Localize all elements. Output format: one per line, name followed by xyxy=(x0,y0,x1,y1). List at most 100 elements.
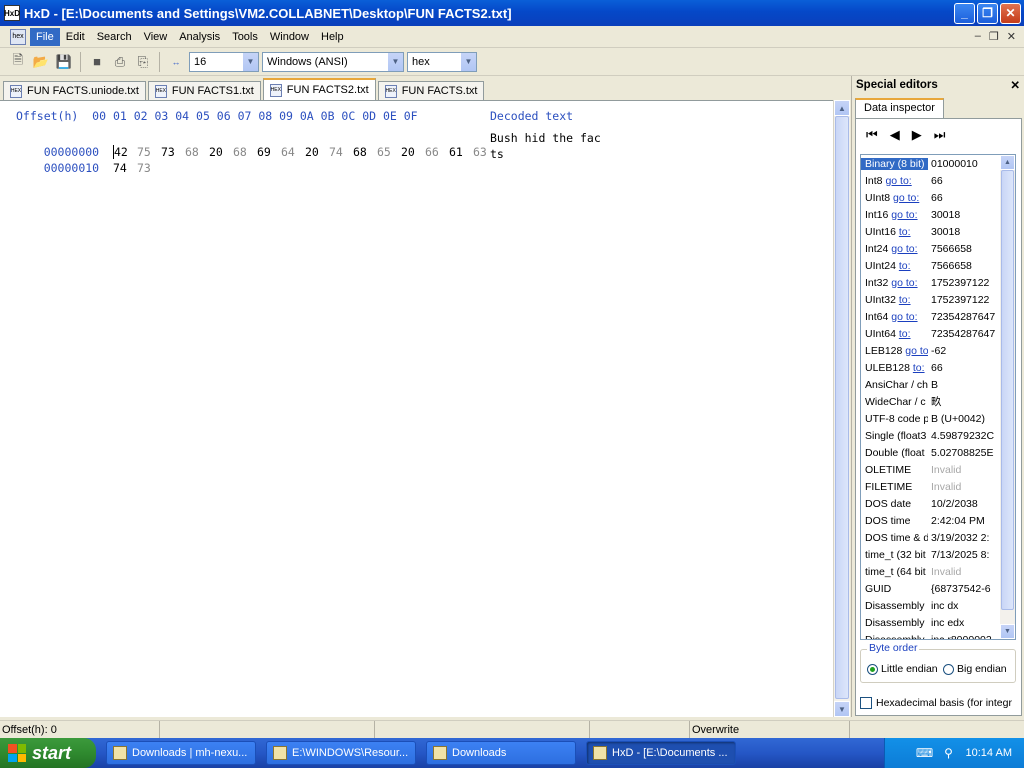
inspector-row[interactable]: AnsiChar / ch B xyxy=(861,376,1015,393)
menu-tools[interactable]: Tools xyxy=(226,28,264,46)
mdi-close-button[interactable]: ✕ xyxy=(1007,30,1016,43)
taskbar-item[interactable]: Downloads | mh-nexu... xyxy=(106,741,256,765)
scroll-thumb[interactable] xyxy=(1001,170,1014,610)
first-byte-icon[interactable]: ⏮ xyxy=(866,127,878,143)
status-mode[interactable]: Overwrite xyxy=(690,721,850,738)
inspector-row-value[interactable]: 01000010 xyxy=(928,158,998,170)
taskbar-item[interactable]: Downloads xyxy=(426,741,576,765)
hex-byte[interactable]: 68 xyxy=(233,145,257,159)
inspector-row-value[interactable]: Invalid xyxy=(928,464,998,476)
mdi-minimize-button[interactable]: – xyxy=(975,30,981,43)
inspector-row-value[interactable]: 3/19/2032 2: xyxy=(928,532,998,544)
go-to-link[interactable]: go to: xyxy=(891,209,917,221)
hex-byte[interactable]: 65 xyxy=(377,145,401,159)
bytes-per-row-select[interactable]: 16 ▼ xyxy=(189,51,259,72)
taskbar-item[interactable]: E:\WINDOWS\Resour... xyxy=(266,741,416,765)
inspector-row[interactable]: UInt24 to: 7566658 xyxy=(861,257,1015,274)
hex-byte[interactable]: 74 xyxy=(113,161,137,175)
keyboard-icon[interactable]: ⌨ xyxy=(916,746,933,760)
inspector-row-value[interactable]: 72354287647 xyxy=(928,328,998,340)
menu-search[interactable]: Search xyxy=(91,28,138,46)
inspector-row[interactable]: GUID {68737542-6 xyxy=(861,580,1015,597)
inspector-row[interactable]: UInt32 to: 1752397122 xyxy=(861,291,1015,308)
scroll-up-icon[interactable]: ▲ xyxy=(1000,155,1015,170)
chevron-down-icon[interactable]: ▼ xyxy=(460,52,476,71)
charset-select[interactable]: Windows (ANSI) ▼ xyxy=(262,51,404,72)
inspector-row-value[interactable]: Invalid xyxy=(928,566,998,578)
inspector-row[interactable]: UTF-8 code pB (U+0042) xyxy=(861,410,1015,427)
data-inspector-list[interactable]: ▲ ▼ Binary (8 bit) 01000010 Int8 go to: 66 U… xyxy=(860,154,1016,640)
inspector-row[interactable]: Int64 go to: 72354287647 xyxy=(861,308,1015,325)
inspector-row[interactable]: Int16 go to: 30018 xyxy=(861,206,1015,223)
tab-fun-facts2[interactable]: HEX FUN FACTS2.txt xyxy=(262,78,376,100)
menu-edit[interactable]: Edit xyxy=(60,28,91,46)
inspector-row[interactable]: Int32 go to: 1752397122 xyxy=(861,274,1015,291)
go-to-link[interactable]: go to: xyxy=(891,243,917,255)
document-icon[interactable]: hex xyxy=(10,28,26,45)
hex-editor[interactable]: Offset(h) 00 01 02 03 04 05 06 07 08 09 … xyxy=(0,100,833,717)
inspector-row[interactable]: UInt16 to: 30018 xyxy=(861,223,1015,240)
hex-byte[interactable]: 68 xyxy=(185,145,209,159)
inspector-scrollbar[interactable]: ▲ ▼ xyxy=(1000,155,1015,639)
inspector-row-value[interactable]: 66 xyxy=(928,362,998,374)
taskbar-item[interactable]: HxD - [E:\Documents ... xyxy=(586,741,736,765)
inspector-row[interactable]: Int24 go to: 7566658 xyxy=(861,240,1015,257)
open-folder-icon[interactable]: 📂 xyxy=(31,52,51,72)
little-endian-radio[interactable]: Little endian xyxy=(867,663,938,675)
inspector-row-value[interactable]: 2:42:04 PM xyxy=(928,515,998,527)
radio-dot[interactable] xyxy=(867,663,878,675)
inspector-row-value[interactable]: 10/2/2038 xyxy=(928,498,998,510)
offset-base-select[interactable]: hex ▼ xyxy=(407,51,477,72)
hex-byte[interactable]: 20 xyxy=(305,145,329,159)
go-to-link[interactable]: to: xyxy=(899,294,911,306)
hex-byte[interactable]: 64 xyxy=(281,145,305,159)
inspector-row[interactable]: Binary (8 bit) 01000010 xyxy=(861,155,1015,172)
hex-byte[interactable]: 61 xyxy=(449,145,473,159)
chevron-down-icon[interactable]: ▼ xyxy=(387,52,403,71)
hex-byte[interactable]: 73 xyxy=(161,145,185,159)
inspector-row[interactable]: WideChar / c畂 xyxy=(861,393,1015,410)
menu-help[interactable]: Help xyxy=(315,28,350,46)
inspector-row-value[interactable]: 4.59879232C xyxy=(928,430,998,442)
row-bytes[interactable]: 74 73 xyxy=(113,161,161,175)
export-icon[interactable]: ⎘ xyxy=(133,52,153,72)
menu-file[interactable]: File xyxy=(30,27,60,46)
inspector-row[interactable]: time_t (64 bit Invalid xyxy=(861,563,1015,580)
inspector-row[interactable]: Disassembly (inc dx xyxy=(861,597,1015,614)
tab-data-inspector[interactable]: Data inspector xyxy=(855,98,944,118)
row-bytes[interactable]: 42 75 73 68 20 68 69 64 20 74 68 65 20 66 61 63 xyxy=(112,145,497,159)
inspector-row[interactable]: Single (float3 4.59879232C xyxy=(861,427,1015,444)
inspector-row-value[interactable]: -62 xyxy=(928,345,998,357)
decoded-row[interactable]: ts xyxy=(490,147,504,161)
inspector-row-value[interactable]: 66 xyxy=(928,175,998,187)
inspector-row[interactable]: Double (float 5.02708825E xyxy=(861,444,1015,461)
hex-byte[interactable]: 66 xyxy=(425,145,449,159)
inspector-row[interactable]: Disassembly (inc edx xyxy=(861,614,1015,631)
inspector-row[interactable]: OLETIME Invalid xyxy=(861,461,1015,478)
minimize-button[interactable]: _ xyxy=(954,2,975,24)
go-to-link[interactable]: to: xyxy=(899,328,911,340)
tab-fun-facts1[interactable]: HEX FUN FACTS1.txt xyxy=(147,81,261,100)
inspector-row-value[interactable]: 72354287647 xyxy=(928,311,998,323)
inspector-row-value[interactable]: 5.02708825E xyxy=(928,447,998,459)
last-byte-icon[interactable]: ⏭ xyxy=(934,127,946,143)
hex-byte[interactable]: 20 xyxy=(209,145,233,159)
print-icon[interactable]: ⎙ xyxy=(110,52,130,72)
inspector-row[interactable]: Disassembly (inc r8000002 xyxy=(861,631,1015,640)
inspector-row[interactable]: UInt64 to: 72354287647 xyxy=(861,325,1015,342)
inspector-row[interactable]: DOS date 10/2/2038 xyxy=(861,495,1015,512)
go-to-link[interactable]: go to: xyxy=(905,345,928,357)
inspector-row-value[interactable]: inc r8000002 xyxy=(928,634,998,640)
new-file-icon[interactable]: 🗎 xyxy=(8,52,28,72)
go-to-link[interactable]: to: xyxy=(899,260,911,272)
inspector-row-value[interactable]: 30018 xyxy=(928,226,998,238)
inspector-row[interactable]: DOS time 2:42:04 PM xyxy=(861,512,1015,529)
maximize-button[interactable]: ❐ xyxy=(977,2,998,24)
inspector-row-value[interactable]: 7566658 xyxy=(928,243,998,255)
inspector-row-value[interactable]: Invalid xyxy=(928,481,998,493)
inspector-row-value[interactable]: 30018 xyxy=(928,209,998,221)
inspector-row-value[interactable]: 7/13/2025 8: xyxy=(928,549,998,561)
go-to-link[interactable]: to: xyxy=(913,362,925,374)
inspector-row[interactable]: time_t (32 bit 7/13/2025 8: xyxy=(861,546,1015,563)
inspector-row[interactable]: UInt8 go to: 66 xyxy=(861,189,1015,206)
